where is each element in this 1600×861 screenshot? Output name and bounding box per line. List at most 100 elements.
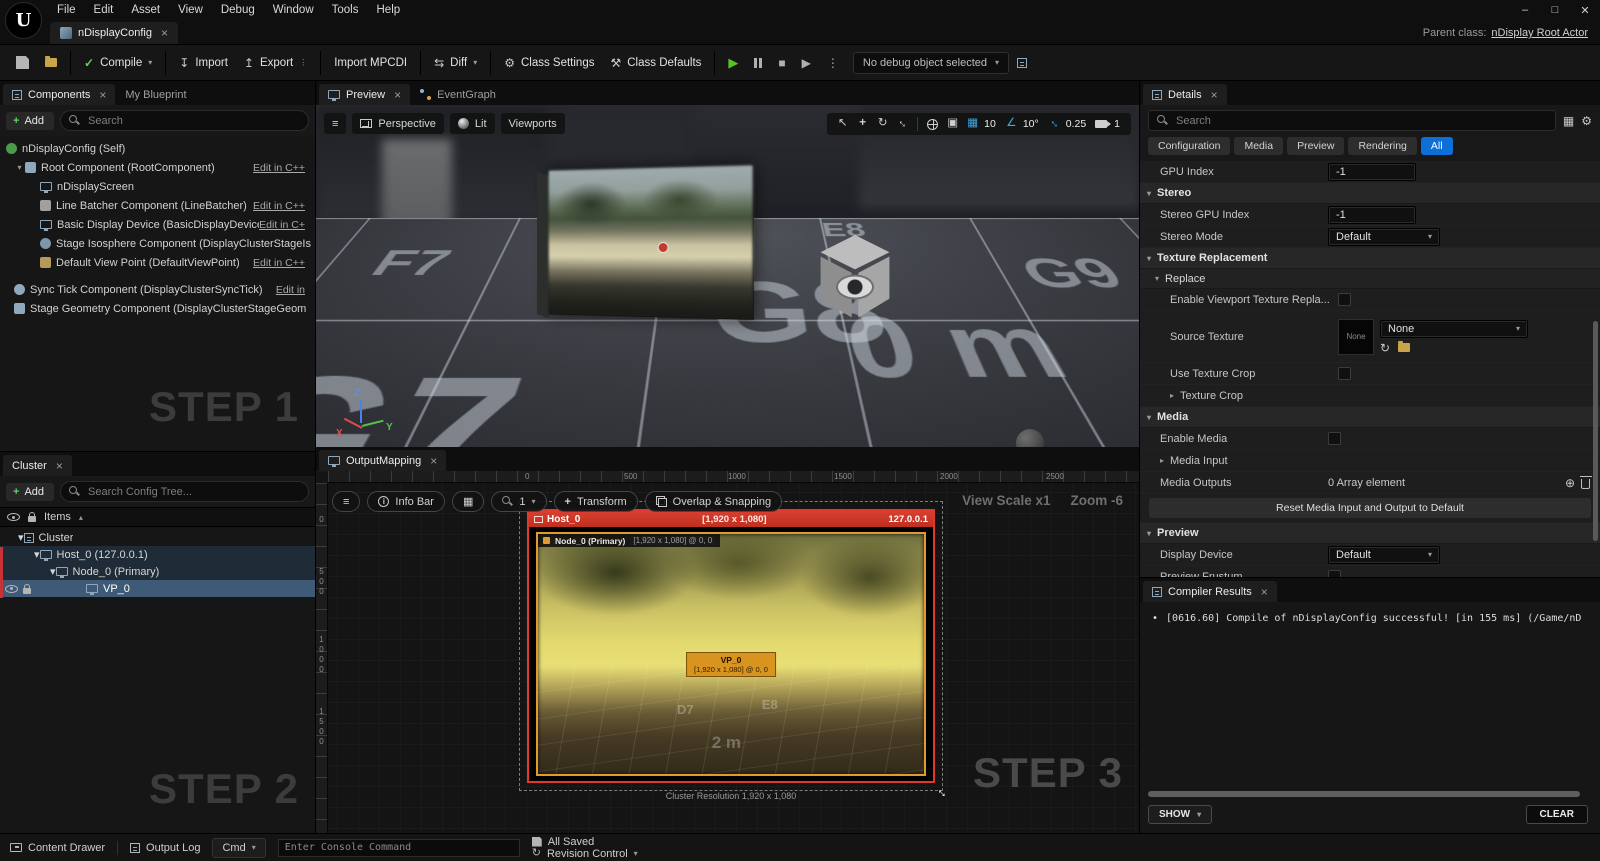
content-drawer-button[interactable]: Content Drawer: [10, 842, 105, 854]
add-cluster-item-button[interactable]: + Add: [6, 483, 54, 501]
property-row-stereo-mode[interactable]: Stereo Mode Default ▾: [1140, 226, 1600, 248]
details-scrollbar[interactable]: [1593, 321, 1598, 541]
edit-in-cpp-link[interactable]: Edit in: [276, 284, 311, 296]
property-row-stereo-gpu-index[interactable]: Stereo GPU Index -1: [1140, 204, 1600, 226]
menu-edit[interactable]: Edit: [85, 0, 123, 20]
use-asset-icon[interactable]: ↻: [1380, 342, 1390, 354]
rotation-snap-icon[interactable]: ∠: [1002, 118, 1021, 130]
close-icon[interactable]: ×: [394, 88, 401, 102]
cluster-row-cluster[interactable]: ▾ Cluster: [0, 529, 315, 546]
tab-compiler-results[interactable]: Compiler Results ×: [1143, 581, 1277, 602]
play-button[interactable]: ▶: [720, 50, 746, 76]
visibility-icon[interactable]: [7, 513, 20, 521]
close-icon[interactable]: ×: [430, 454, 437, 468]
revision-control-button[interactable]: ↻ Revision Control ▾: [532, 848, 638, 860]
add-element-icon[interactable]: ⊕: [1565, 477, 1575, 489]
chevron-right-icon[interactable]: ▸: [1170, 391, 1174, 400]
component-row-synctick[interactable]: Sync Tick Component (DisplayClusterSyncT…: [0, 280, 315, 299]
transform-dropdown[interactable]: + Transform: [554, 491, 638, 512]
info-bar-toggle[interactable]: i Info Bar: [367, 491, 445, 512]
all-saved-button[interactable]: All Saved: [532, 836, 638, 848]
view-origin-gizmo[interactable]: [814, 235, 896, 321]
debug-filter-button[interactable]: [1009, 53, 1035, 73]
source-texture-dropdown[interactable]: None ▾: [1380, 320, 1528, 338]
source-texture-thumbnail[interactable]: None: [1338, 319, 1374, 355]
component-row-linebatcher[interactable]: Line Batcher Component (LineBatcher) Edi…: [0, 196, 315, 215]
stereo-mode-dropdown[interactable]: Default ▾: [1328, 228, 1440, 246]
unreal-logo[interactable]: U: [5, 2, 42, 39]
display-filter-icon[interactable]: ▦: [1563, 115, 1574, 127]
cluster-row-viewport[interactable]: VP_0: [0, 580, 315, 597]
menu-window[interactable]: Window: [264, 0, 323, 20]
rotation-snap-value[interactable]: 10°: [1023, 118, 1039, 130]
filter-media[interactable]: Media: [1234, 137, 1283, 155]
component-row-stagegeometry[interactable]: Stage Geometry Component (DisplayCluster…: [0, 299, 315, 318]
cluster-search-input[interactable]: [86, 485, 300, 499]
components-search-input[interactable]: [86, 114, 300, 128]
section-preview[interactable]: ▾ Preview: [1140, 523, 1600, 544]
edit-in-cpp-link[interactable]: Edit in C++: [253, 162, 311, 174]
menu-file[interactable]: File: [48, 0, 85, 20]
host-box[interactable]: Host_0 [1,920 x 1,080] 127.0.0.1 D7 E8: [527, 509, 935, 783]
export-button[interactable]: ↥ Export ⋮: [236, 52, 315, 74]
menu-view[interactable]: View: [169, 0, 212, 20]
preview-3d-viewport[interactable]: G7 G8 F8 F7 G9 E8 0 m 1 m 2 m: [316, 105, 1139, 447]
overlap-snapping-dropdown[interactable]: Overlap & Snapping: [645, 491, 782, 512]
section-stereo[interactable]: ▾ Stereo: [1140, 183, 1600, 204]
frame-skip-button[interactable]: ▶: [794, 51, 819, 75]
camera-speed-icon[interactable]: [1095, 120, 1107, 128]
stereo-gpu-index-input[interactable]: -1: [1328, 206, 1416, 224]
reset-media-button[interactable]: Reset Media Input and Output to Default: [1149, 498, 1591, 518]
tab-components[interactable]: Components ×: [3, 84, 115, 105]
details-search-input[interactable]: [1174, 114, 1547, 128]
property-row-texture-crop[interactable]: ▸ Texture Crop: [1140, 385, 1600, 407]
compile-button[interactable]: ✓ Compile ▾: [76, 52, 160, 74]
pause-button[interactable]: [746, 53, 770, 73]
output-log-button[interactable]: Output Log: [130, 842, 200, 854]
close-button[interactable]: ✕: [1570, 0, 1600, 20]
component-row-root[interactable]: ▾ Root Component (RootComponent) Edit in…: [0, 158, 315, 177]
zoom-dropdown[interactable]: 1 ▾: [491, 491, 546, 512]
property-row-preview-frustum[interactable]: Preview Frustum: [1140, 566, 1600, 577]
maximize-button[interactable]: □: [1540, 0, 1570, 20]
close-icon[interactable]: ×: [161, 26, 168, 40]
menu-asset[interactable]: Asset: [122, 0, 169, 20]
import-mpcdi-button[interactable]: Import MPCDI: [326, 52, 415, 74]
browse-button[interactable]: [37, 53, 65, 72]
cmd-dropdown[interactable]: Cmd ▾: [212, 838, 265, 858]
tab-details[interactable]: Details ×: [1143, 84, 1227, 105]
close-icon[interactable]: ×: [56, 459, 63, 473]
chevron-up-icon[interactable]: ▴: [79, 513, 83, 522]
grid-snap-value[interactable]: 10: [984, 118, 996, 130]
console-command-input[interactable]: [278, 839, 520, 857]
tab-eventgraph[interactable]: EventGraph: [411, 84, 505, 105]
node-header[interactable]: Node_0 (Primary) [1,920 x 1,080] @ 0, 0: [538, 534, 720, 547]
delete-elements-icon[interactable]: [1581, 479, 1590, 489]
show-dropdown-button[interactable]: SHOW ▾: [1148, 805, 1212, 824]
section-media[interactable]: ▾ Media: [1140, 407, 1600, 428]
cluster-row-host[interactable]: ▾ Host_0 (127.0.0.1): [0, 546, 315, 563]
node-box[interactable]: D7 E8 2 m Node_0 (Primary) [1,920 x 1,08…: [536, 532, 926, 776]
gpu-index-input[interactable]: -1: [1328, 163, 1416, 181]
property-row-use-texture-crop[interactable]: Use Texture Crop: [1140, 363, 1600, 385]
chevron-right-icon[interactable]: ▸: [1160, 456, 1164, 465]
tab-my-blueprint[interactable]: My Blueprint: [116, 84, 195, 105]
diff-button[interactable]: ⇆ Diff ▾: [426, 52, 485, 74]
component-row-viewpoint[interactable]: Default View Point (DefaultViewPoint) Ed…: [0, 253, 315, 272]
rotate-tool-icon[interactable]: ↻: [873, 118, 892, 130]
display-device-dropdown[interactable]: Default ▾: [1328, 546, 1440, 564]
filter-configuration[interactable]: Configuration: [1148, 137, 1230, 155]
ndisplay-screen-mesh[interactable]: [548, 164, 754, 320]
move-tool-icon[interactable]: +: [853, 118, 872, 130]
property-row-media-input[interactable]: ▸ Media Input: [1140, 450, 1600, 472]
use-texture-crop-checkbox[interactable]: [1338, 367, 1351, 380]
kebab-icon[interactable]: ⋮: [299, 58, 307, 67]
parent-class-link[interactable]: nDisplay Root Actor: [1491, 27, 1588, 39]
host-header[interactable]: Host_0 [1,920 x 1,080] 127.0.0.1: [529, 511, 933, 527]
component-row-displaydevice[interactable]: Basic Display Device (BasicDisplayDevice…: [0, 215, 315, 234]
tab-outputmapping[interactable]: OutputMapping ×: [319, 450, 446, 471]
browse-asset-icon[interactable]: [1398, 343, 1410, 352]
camera-speed-value[interactable]: 1: [1114, 118, 1120, 130]
clear-button[interactable]: CLEAR: [1526, 805, 1588, 824]
edit-in-cpp-link[interactable]: Edit in C++: [253, 200, 311, 212]
